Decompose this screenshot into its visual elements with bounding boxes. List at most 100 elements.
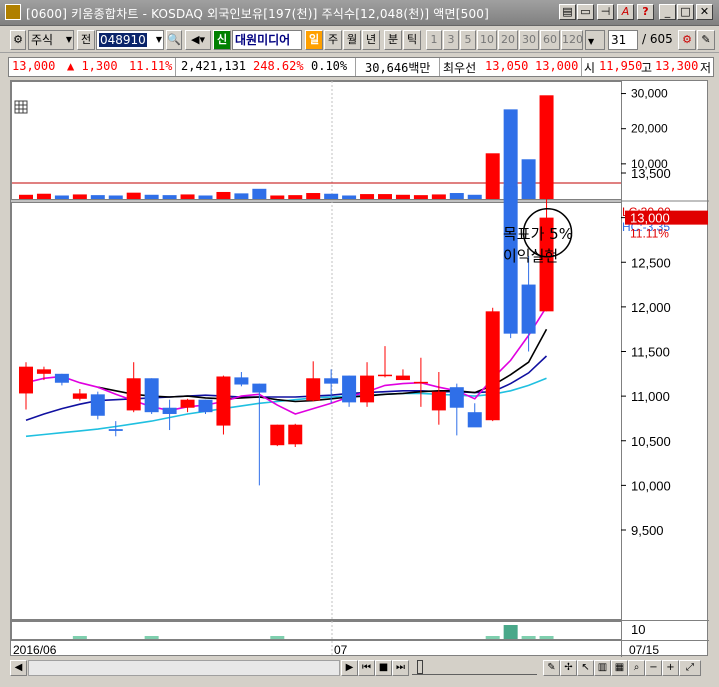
price-chart[interactable]: 30,000 20,000 10,000 13,500 12,500 12,000 11,5… bbox=[11, 81, 709, 657]
candle-body bbox=[90, 394, 105, 416]
volume-bar bbox=[216, 191, 231, 199]
min-5[interactable]: 5 bbox=[460, 30, 476, 50]
chart-type-icon[interactable]: ▥ bbox=[594, 660, 611, 676]
stock-code-input[interactable]: 048910 ▼ bbox=[96, 30, 164, 50]
candle-body bbox=[449, 387, 464, 408]
expand-icon[interactable]: ⤢ bbox=[679, 660, 701, 676]
volume-bar bbox=[234, 193, 249, 199]
x-label-month: 07 bbox=[334, 643, 348, 657]
candle-body bbox=[162, 407, 177, 414]
font-icon[interactable]: A bbox=[617, 4, 634, 20]
chart-navigation: ◀ ▶ ⏮ ■ ⏭ ✎ ✢ ↖ ▥ ▦ ⌕ − + ⤢ bbox=[10, 658, 708, 678]
draw-tool-icon[interactable]: ✎ bbox=[543, 660, 560, 676]
grid-icon[interactable]: ▦ bbox=[611, 660, 628, 676]
candle-body bbox=[198, 399, 213, 413]
layout-icon[interactable]: ▤ bbox=[559, 4, 576, 20]
prev-button[interactable]: 전 bbox=[77, 30, 95, 50]
candle-body bbox=[180, 399, 195, 408]
volume-bar bbox=[288, 195, 303, 199]
toolbar: ⚙ 주식 ▼ 전 048910 ▼ 🔍 ◀▾ 신 대원미디어 일 주 월 년 분 틱… bbox=[0, 27, 719, 53]
subvolume-bar bbox=[539, 636, 554, 639]
candle-body bbox=[108, 429, 123, 431]
volume-bar bbox=[72, 194, 87, 199]
close-button[interactable]: ✕ bbox=[696, 4, 713, 20]
scroll-right-button[interactable]: ▶ bbox=[341, 660, 358, 676]
period-dropdown[interactable]: ▼ bbox=[585, 30, 605, 50]
candle-body bbox=[234, 377, 249, 385]
crosshair-icon[interactable]: ✢ bbox=[560, 660, 577, 676]
min-30[interactable]: 30 bbox=[519, 30, 539, 50]
scroll-left-button[interactable]: ◀ bbox=[10, 660, 27, 676]
min-3[interactable]: 3 bbox=[443, 30, 459, 50]
min-10[interactable]: 10 bbox=[477, 30, 497, 50]
credit-badge: 신 bbox=[213, 30, 231, 50]
candle-body bbox=[413, 381, 428, 384]
volume-bar bbox=[306, 193, 321, 199]
current-price: 13,000 bbox=[12, 59, 56, 73]
tool-icon[interactable]: ⚙ bbox=[10, 30, 26, 50]
zoom-in-button[interactable]: + bbox=[662, 660, 679, 676]
volume-tick-label: 20,000 bbox=[631, 122, 668, 136]
period-month[interactable]: 월 bbox=[343, 30, 361, 50]
period-year[interactable]: 년 bbox=[362, 30, 380, 50]
open-label: 시 bbox=[584, 61, 596, 75]
stock-name: 대원미디어 bbox=[232, 30, 302, 50]
period-week[interactable]: 주 bbox=[324, 30, 342, 50]
chart-area[interactable]: 30,000 20,000 10,000 13,500 12,500 12,000 11,5… bbox=[10, 80, 709, 657]
min-120[interactable]: 120 bbox=[561, 30, 583, 50]
candle-body bbox=[360, 375, 375, 403]
total-count: / 605 bbox=[642, 32, 673, 46]
speaker-icon[interactable]: ◀▾ bbox=[185, 30, 211, 50]
zoom-search-icon[interactable]: ⌕ bbox=[628, 660, 645, 676]
last-button[interactable]: ⏭ bbox=[392, 660, 409, 676]
period-minute[interactable]: 분 bbox=[384, 30, 402, 50]
volume-bar bbox=[539, 95, 554, 199]
pin-icon[interactable]: ⊣ bbox=[597, 4, 614, 20]
window-icon[interactable]: ▭ bbox=[577, 4, 594, 20]
subvolume-bar bbox=[144, 636, 159, 639]
maximize-button[interactable]: □ bbox=[677, 4, 694, 20]
app-icon bbox=[5, 4, 21, 20]
settings-icon[interactable]: ⚙ bbox=[678, 30, 696, 50]
high-price: 13,300 bbox=[655, 59, 699, 73]
candle-body bbox=[54, 373, 69, 383]
best-label: 최우선 bbox=[443, 61, 477, 75]
market-select[interactable]: 주식 ▼ bbox=[28, 30, 74, 50]
minimize-button[interactable]: _ bbox=[659, 4, 676, 20]
candle-body bbox=[395, 375, 410, 381]
stop-button[interactable]: ■ bbox=[375, 660, 392, 676]
period-tick[interactable]: 틱 bbox=[403, 30, 421, 50]
min-60[interactable]: 60 bbox=[540, 30, 560, 50]
candle-body bbox=[126, 378, 141, 411]
volume-bar bbox=[180, 194, 195, 199]
subvolume-bar bbox=[503, 625, 518, 639]
min-1[interactable]: 1 bbox=[426, 30, 442, 50]
min-20[interactable]: 20 bbox=[498, 30, 518, 50]
cursor-icon[interactable]: ↖ bbox=[577, 660, 594, 676]
price-tick-label: 9,500 bbox=[631, 523, 664, 538]
search-icon[interactable]: 🔍 bbox=[166, 30, 182, 50]
volume-bar bbox=[467, 194, 482, 199]
volume-bar bbox=[413, 195, 428, 199]
first-button[interactable]: ⏮ bbox=[358, 660, 375, 676]
price-tick-label: 11,500 bbox=[631, 345, 670, 360]
zoom-slider[interactable] bbox=[412, 661, 537, 675]
candle-body bbox=[467, 412, 482, 428]
count-input[interactable]: 31 bbox=[608, 30, 638, 50]
candle-body bbox=[252, 383, 267, 393]
volume-ratio: 248.62% bbox=[253, 59, 304, 73]
candle-body bbox=[144, 378, 159, 413]
candle-body bbox=[19, 366, 33, 394]
zoom-out-button[interactable]: − bbox=[645, 660, 662, 676]
low-label: 저 bbox=[700, 61, 712, 75]
change-percent: 11.11% bbox=[129, 59, 173, 73]
tools-icon[interactable]: ✎ bbox=[697, 30, 715, 50]
best-bid: 13,050 bbox=[485, 59, 529, 73]
help-icon[interactable]: ? bbox=[637, 4, 654, 20]
period-day[interactable]: 일 bbox=[305, 30, 323, 50]
subvolume-bar bbox=[521, 636, 536, 639]
volume-bar bbox=[126, 192, 141, 199]
zoom-slider-handle[interactable] bbox=[417, 660, 423, 674]
scroll-track[interactable] bbox=[28, 660, 340, 676]
title-bar: [0600] 키움종합차트 - KOSDAQ 외국인보유[197(천)] 주식수… bbox=[0, 0, 719, 26]
